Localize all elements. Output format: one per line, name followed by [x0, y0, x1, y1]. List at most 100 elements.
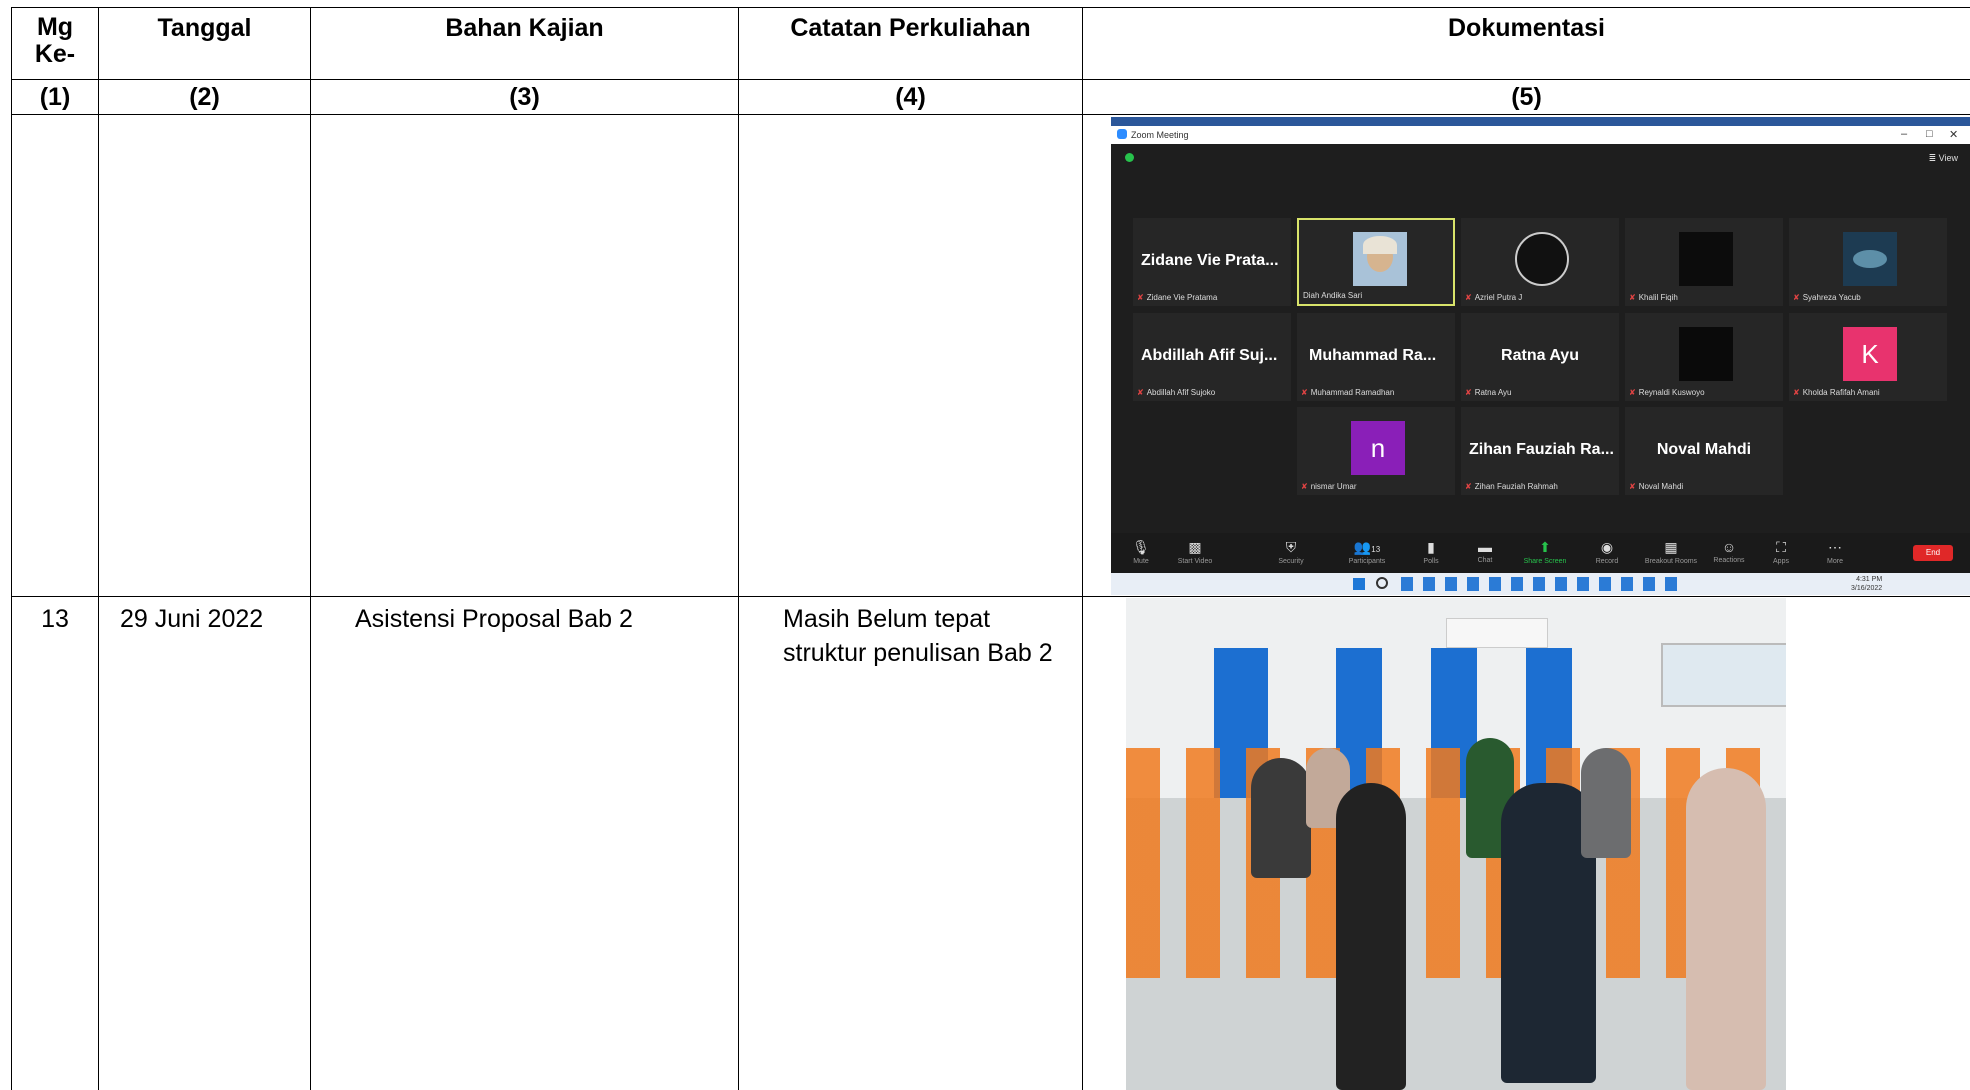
record-button[interactable]: ◉ Record — [1577, 539, 1637, 565]
col-divider-1 — [98, 7, 99, 1090]
participant-name: Zihan Fauziah Ra... — [1469, 441, 1614, 458]
participant-caption: ✘ Azriel Putra J — [1465, 293, 1523, 302]
windows-taskbar: 4:31 PM 3/16/2022 — [1111, 573, 1970, 595]
participant-logo — [1515, 232, 1569, 286]
participant-caption: ✘ Khalil Fiqih — [1629, 293, 1678, 302]
taskbar-app-icons[interactable] — [1401, 577, 1681, 591]
participant-caption: ✘ Ratna Ayu — [1465, 388, 1512, 397]
reactions-button[interactable]: ☺ Reactions — [1699, 539, 1759, 564]
header-mg-line1: Mg — [36, 13, 74, 41]
zoom-meeting-screenshot: Zoom Meeting – □ ✕ ≣ View Zidane Vie Pra… — [1111, 117, 1970, 595]
participant-avatar-n: n — [1351, 421, 1405, 475]
security-button[interactable]: ⛨ Security — [1261, 539, 1321, 565]
participant-tile[interactable]: Noval Mahdi ✘ Noval Mahdi — [1625, 407, 1783, 495]
participant-caption: ✘ Reynaldi Kuswoyo — [1629, 388, 1705, 397]
col-number-1: (1) — [39, 83, 71, 111]
col-divider-3 — [738, 7, 739, 1090]
participant-photo — [1843, 232, 1897, 286]
participants-button[interactable]: 👥13 Participants — [1337, 539, 1397, 565]
row-catatan: Masih Belum tepat struktur penulisan Bab… — [783, 602, 1053, 670]
participant-tile[interactable]: ✘ Syahreza Yacub — [1789, 218, 1947, 306]
col-number-3: (3) — [509, 83, 540, 111]
table-left-border — [11, 7, 12, 1090]
view-button[interactable]: ≣ View — [1929, 153, 1958, 164]
participant-caption: ✘ Muhammad Ramadhan — [1301, 388, 1395, 397]
participant-caption: Diah Andika Sari — [1303, 291, 1363, 300]
close-icon[interactable]: ✕ — [1949, 128, 1958, 141]
header-mg-line2: Ke- — [34, 40, 76, 68]
zoom-titlebar: Zoom Meeting – □ ✕ — [1111, 126, 1970, 144]
row-tanggal: 29 Juni 2022 — [120, 605, 264, 633]
participant-tile[interactable]: Zihan Fauziah Ra... ✘ Zihan Fauziah Rahma… — [1461, 407, 1619, 495]
participant-video — [1679, 327, 1733, 381]
view-label: View — [1938, 153, 1958, 163]
participant-tile[interactable]: Muhammad Ra... ✘ Muhammad Ramadhan — [1297, 313, 1455, 401]
chat-button[interactable]: ▬ Chat — [1455, 539, 1515, 564]
participant-name: Noval Mahdi — [1656, 441, 1752, 458]
word-titlebar — [1111, 117, 1970, 126]
participant-tile[interactable]: Abdillah Afif Suj... ✘ Abdillah Afif Sujo… — [1133, 313, 1291, 401]
participant-caption: ✘ Kholda Rafifah Amani — [1793, 388, 1880, 397]
photo-ac-unit — [1446, 618, 1548, 648]
participant-video — [1679, 232, 1733, 286]
participant-caption: ✘ Noval Mahdi — [1629, 482, 1684, 491]
start-video-button[interactable]: ▩ Start Video — [1165, 539, 1225, 565]
participant-caption: ✘ Zihan Fauziah Rahmah — [1465, 482, 1558, 491]
header-catatan: Catatan Perkuliahan — [790, 14, 1031, 42]
mute-button[interactable]: 🎙 Mute — [1111, 539, 1171, 565]
search-icon[interactable] — [1376, 577, 1388, 589]
zoom-toolbar: 🎙 Mute ▩ Start Video ⛨ Security 👥13 Particip… — [1111, 533, 1970, 573]
col-divider-2 — [310, 7, 311, 1090]
participant-caption: ✘ Syahreza Yacub — [1793, 293, 1861, 302]
photo-student — [1686, 768, 1766, 1090]
number-row-divider — [11, 114, 1970, 115]
zoom-logo-icon — [1117, 129, 1127, 139]
participant-name: Muhammad Ra... — [1309, 347, 1437, 364]
row-divider — [11, 596, 1970, 597]
participant-tile[interactable]: ✘ Azriel Putra J — [1461, 218, 1619, 306]
header-tanggal: Tanggal — [157, 14, 252, 42]
row-bahan-kajian: Asistensi Proposal Bab 2 — [355, 605, 633, 633]
participant-tile[interactable]: K ✘ Kholda Rafifah Amani — [1789, 313, 1947, 401]
polls-button[interactable]: ▮ Polls — [1401, 539, 1461, 565]
row-catatan-line2: struktur penulisan Bab 2 — [783, 639, 1053, 667]
header-mg: Mg Ke- — [12, 14, 98, 68]
participant-tile[interactable]: n ✘ nismar Umar — [1297, 407, 1455, 495]
more-button[interactable]: ⋯ More — [1805, 539, 1865, 565]
photo-student — [1581, 748, 1631, 858]
photo-student — [1336, 783, 1406, 1090]
participant-tile[interactable]: Ratna Ayu ✘ Ratna Ayu — [1461, 313, 1619, 401]
end-button[interactable]: End — [1913, 545, 1953, 561]
participant-name: Abdillah Afif Suj... — [1141, 347, 1278, 364]
apps-button[interactable]: ⛶ Apps — [1751, 539, 1811, 565]
windows-start-icon[interactable] — [1353, 578, 1365, 590]
taskbar-clock: 4:31 PM 3/16/2022 — [1851, 576, 1883, 592]
header-divider — [11, 79, 1970, 80]
share-screen-button[interactable]: ⬆ Share Screen — [1515, 539, 1575, 565]
photo-student — [1251, 758, 1311, 878]
participant-tile[interactable]: ✘ Reynaldi Kuswoyo — [1625, 313, 1783, 401]
header-dokumentasi: Dokumentasi — [1448, 14, 1605, 42]
col-number-5: (5) — [1511, 83, 1542, 111]
col-divider-4 — [1082, 7, 1083, 1090]
minimize-icon[interactable]: – — [1901, 128, 1907, 140]
col-number-2: (2) — [189, 83, 220, 111]
maximize-icon[interactable]: □ — [1926, 128, 1933, 140]
photo-window — [1661, 643, 1786, 707]
col-number-4: (4) — [895, 83, 926, 111]
breakout-rooms-button[interactable]: ▦ Breakout Rooms — [1641, 539, 1701, 565]
row-mg-number: 13 — [41, 605, 69, 633]
participant-caption: ✘ Zidane Vie Pratama — [1137, 293, 1218, 302]
participant-photo — [1353, 232, 1407, 286]
encryption-shield-icon — [1125, 153, 1134, 162]
participant-tile[interactable]: Zidane Vie Prata... ✘ Zidane Vie Pratama — [1133, 218, 1291, 306]
classroom-photo — [1126, 598, 1786, 1090]
participant-name: Ratna Ayu — [1501, 347, 1579, 364]
participant-tile[interactable]: ✘ Khalil Fiqih — [1625, 218, 1783, 306]
table-top-border — [11, 7, 1970, 8]
participant-tile-active-speaker[interactable]: Diah Andika Sari — [1297, 218, 1455, 306]
header-bahan-kajian: Bahan Kajian — [445, 14, 604, 42]
participant-avatar-k: K — [1843, 327, 1897, 381]
participant-caption: ✘ Abdillah Afif Sujoko — [1137, 388, 1216, 397]
zoom-window-title: Zoom Meeting — [1131, 130, 1189, 140]
